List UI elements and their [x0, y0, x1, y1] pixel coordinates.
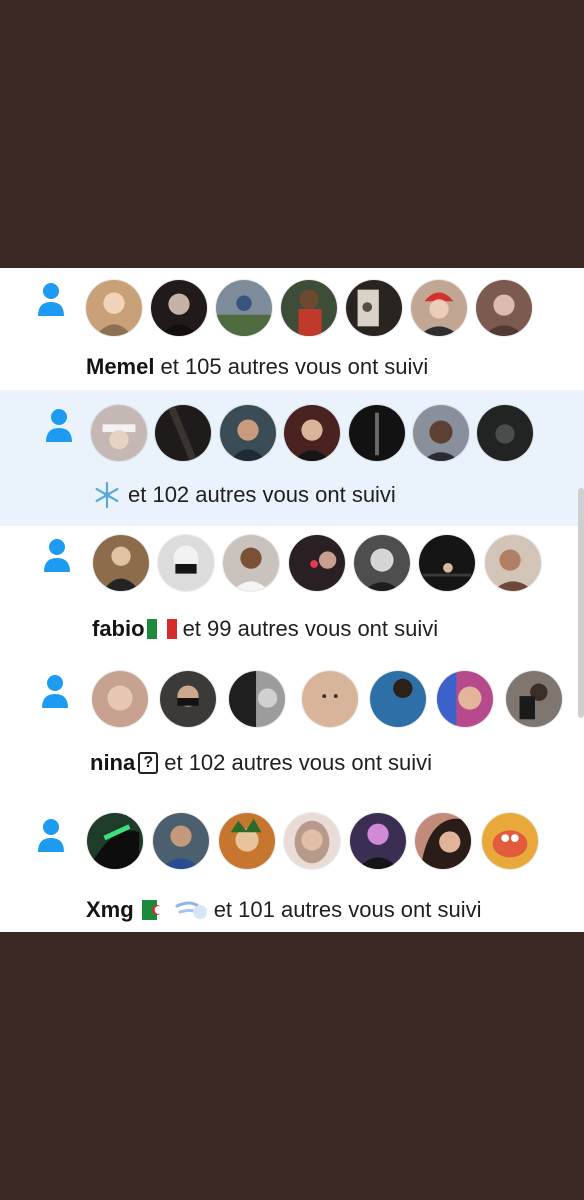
follower-avatar[interactable]: [150, 279, 208, 337]
follower-avatar[interactable]: [218, 812, 276, 870]
notification-text: Memel et 105 autres vous ont suivi: [86, 354, 428, 380]
follower-avatar[interactable]: [412, 404, 470, 462]
follower-avatar[interactable]: [228, 670, 286, 728]
scrollbar[interactable]: [578, 488, 584, 718]
follower-avatar[interactable]: [154, 404, 212, 462]
unknown-glyph-icon: ?: [138, 752, 159, 774]
follower-avatar[interactable]: [90, 404, 148, 462]
notifications-panel: Memel et 105 autres vous ont suivi et 10…: [0, 268, 584, 932]
follower-avatar[interactable]: [288, 534, 346, 592]
dash-icon: [175, 901, 207, 919]
follower-avatar[interactable]: [348, 404, 406, 462]
follower-avatar[interactable]: [436, 670, 494, 728]
follower-avatar[interactable]: [85, 279, 143, 337]
follower-avatar[interactable]: [481, 812, 539, 870]
algeria-flag-icon: [141, 900, 172, 920]
follow-summary: et 99 autres vous ont suivi: [182, 616, 439, 641]
follower-avatar[interactable]: [414, 812, 472, 870]
follower-avatar[interactable]: [505, 670, 563, 728]
follower-avatar[interactable]: [476, 404, 534, 462]
follower-avatar[interactable]: [215, 279, 273, 337]
follower-avatar[interactable]: [280, 279, 338, 337]
follower-avatar[interactable]: [418, 534, 476, 592]
follower-avatar[interactable]: [159, 670, 217, 728]
follower-avatar[interactable]: [92, 534, 150, 592]
follower-name[interactable]: Memel: [86, 354, 154, 380]
person-icon: [46, 409, 72, 442]
person-icon: [44, 539, 70, 572]
italy-flag-icon: [146, 619, 177, 639]
notification-text: nina ? et 102 autres vous ont suivi: [90, 750, 432, 776]
follower-avatar[interactable]: [86, 812, 144, 870]
follower-avatar[interactable]: [301, 670, 359, 728]
follower-avatar[interactable]: [410, 279, 468, 337]
follower-avatar[interactable]: [369, 670, 427, 728]
follow-notification[interactable]: et 102 autres vous ont suivi: [0, 390, 584, 526]
follower-avatar[interactable]: [222, 534, 280, 592]
follower-avatar[interactable]: [283, 404, 341, 462]
follower-avatar[interactable]: [475, 279, 533, 337]
follower-name[interactable]: fabio: [92, 616, 145, 642]
follow-notification[interactable]: fabio et 99 autres vous ont suivi: [0, 526, 584, 660]
follow-notification[interactable]: nina ? et 102 autres vous ont suivi: [0, 660, 584, 794]
follower-avatar[interactable]: [345, 279, 403, 337]
follower-name[interactable]: Xmg: [86, 897, 134, 923]
follower-avatar[interactable]: [484, 534, 542, 592]
follower-avatar[interactable]: [353, 534, 411, 592]
follower-avatar[interactable]: [152, 812, 210, 870]
snowflake-icon: [95, 481, 119, 509]
follower-avatar[interactable]: [157, 534, 215, 592]
follower-avatar[interactable]: [91, 670, 149, 728]
follower-name[interactable]: nina: [90, 750, 135, 776]
follow-notification[interactable]: Xmg et 101 autres vous ont suivi: [0, 794, 584, 932]
notification-text: fabio et 99 autres vous ont suivi: [92, 616, 438, 642]
person-icon: [38, 819, 64, 852]
follow-summary: et 102 autres vous ont suivi: [128, 482, 396, 507]
notification-text: et 102 autres vous ont suivi: [92, 480, 396, 510]
follower-avatar[interactable]: [349, 812, 407, 870]
notification-text: Xmg et 101 autres vous ont suivi: [86, 896, 482, 924]
follow-notification[interactable]: Memel et 105 autres vous ont suivi: [0, 268, 584, 390]
follower-avatar[interactable]: [283, 812, 341, 870]
follow-summary: et 102 autres vous ont suivi: [164, 750, 433, 775]
follower-avatar[interactable]: [219, 404, 277, 462]
follow-summary: et 105 autres vous ont suivi: [160, 354, 429, 379]
person-icon: [38, 283, 64, 316]
person-icon: [42, 675, 68, 708]
follow-summary: et 101 autres vous ont suivi: [213, 897, 482, 922]
